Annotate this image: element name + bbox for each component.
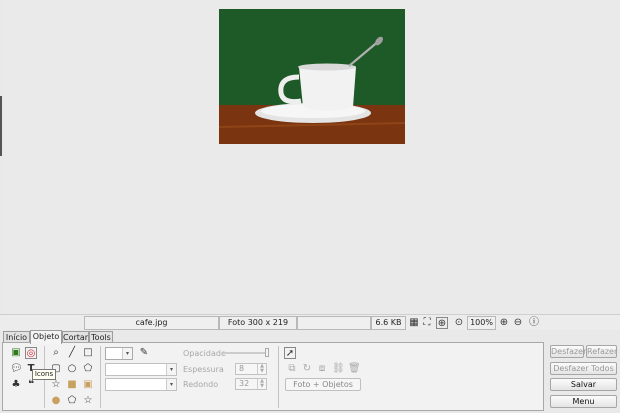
star-icon[interactable]: ☆ bbox=[82, 395, 94, 407]
spin-arrows-icon[interactable]: ▲ ▼ bbox=[257, 364, 266, 374]
color-picker[interactable]: ▾ bbox=[105, 347, 133, 360]
status-bar: cafe.jpg Foto 300 x 219 6.6 KB ▦ ⛶ ⊕ ⊙ 1… bbox=[0, 314, 620, 330]
zoom-in-icon[interactable]: ⊕ bbox=[498, 317, 510, 329]
status-empty-cell bbox=[297, 316, 371, 330]
filename-label: cafe.jpg bbox=[84, 316, 219, 330]
coffee-cup-photo bbox=[219, 9, 405, 144]
menu-button[interactable]: Menu bbox=[550, 395, 617, 408]
round-label: Redondo bbox=[183, 380, 219, 389]
line-style-dropdown[interactable]: ▾ bbox=[105, 363, 177, 376]
image-object-icon[interactable]: ▣ bbox=[10, 347, 22, 359]
lasso-icon[interactable]: ⌕ bbox=[50, 347, 62, 359]
zoom-out-icon[interactable]: ⊖ bbox=[512, 317, 524, 329]
undo-button[interactable]: Desfazer bbox=[550, 345, 586, 358]
eyedropper-icon[interactable]: ✎ bbox=[138, 347, 150, 359]
separator bbox=[100, 346, 101, 408]
rectangle-icon[interactable]: □ bbox=[82, 347, 94, 359]
pentagon-outline-icon[interactable]: ⬠ bbox=[82, 363, 94, 375]
pentagon-icon[interactable]: ⬠ bbox=[66, 395, 78, 407]
object-panel: ▣ ◎ 💬︎ T ♣ ❝ ⌕ ╱ □ ▢ ○ ⬠ ☆ ■ ▣ ● ⬠ ☆ ▾ ✎… bbox=[2, 342, 544, 411]
sticker-icon[interactable]: ◎ bbox=[25, 347, 37, 359]
star-outline-icon[interactable]: ☆ bbox=[50, 379, 62, 391]
filled-ellipse-icon[interactable]: ● bbox=[50, 395, 62, 407]
ellipse-icon[interactable]: ○ bbox=[66, 363, 78, 375]
rotate-icon[interactable]: ↻ bbox=[301, 363, 313, 375]
duplicate-icon[interactable]: ⧉ bbox=[286, 363, 298, 375]
thickness-label: Espessura bbox=[183, 365, 224, 374]
line-icon[interactable]: ╱ bbox=[66, 347, 78, 359]
zoom-selected-icon[interactable]: ⊕ bbox=[436, 317, 448, 329]
delete-icon[interactable]: 🗑︎ bbox=[348, 363, 361, 375]
checker-background-icon[interactable]: ▦ bbox=[408, 317, 420, 329]
thickness-stepper[interactable]: 8 ▲ ▼ bbox=[235, 363, 267, 375]
photo-objects-button[interactable]: Foto + Objetos bbox=[285, 378, 361, 391]
tab-objeto[interactable]: Objeto bbox=[30, 330, 62, 344]
zoom-level-label: 100% bbox=[467, 316, 496, 330]
opacity-slider-handle[interactable] bbox=[265, 348, 269, 357]
thickness-value: 8 bbox=[239, 364, 245, 373]
zoom-fit-icon[interactable]: ⊙ bbox=[453, 317, 465, 329]
chevron-down-icon: ▾ bbox=[122, 348, 132, 359]
opacity-slider[interactable] bbox=[223, 352, 269, 354]
pointer-icon[interactable]: ➚ bbox=[284, 347, 296, 359]
save-button[interactable]: Salvar bbox=[550, 378, 617, 391]
link-icon[interactable]: ⛓ bbox=[332, 363, 345, 375]
separator bbox=[278, 346, 279, 408]
left-edge-handle bbox=[0, 96, 2, 156]
round-stepper[interactable]: 32 ▲ ▼ bbox=[235, 378, 267, 390]
info-icon[interactable]: ⓘ bbox=[528, 317, 540, 329]
redo-button[interactable]: Refazer bbox=[586, 345, 617, 358]
undo-all-button[interactable]: Desfazer Todos bbox=[550, 362, 617, 375]
spin-arrows-icon[interactable]: ▲ ▼ bbox=[257, 379, 266, 389]
speech-bubble-icon[interactable]: 💬︎ bbox=[10, 363, 23, 375]
image-dimensions-label: Foto 300 x 219 bbox=[219, 316, 297, 330]
opacity-label: Opacidade bbox=[183, 349, 226, 358]
file-size-label: 6.6 KB bbox=[371, 316, 406, 330]
chevron-down-icon: ▾ bbox=[166, 364, 176, 375]
photo-preview[interactable] bbox=[219, 9, 405, 144]
fill-style-dropdown[interactable]: ▾ bbox=[105, 378, 177, 391]
filled-rectangle-icon[interactable]: ■ bbox=[66, 379, 78, 391]
filled-rounded-rectangle-icon[interactable]: ▣ bbox=[82, 379, 94, 391]
clipart-icon[interactable]: ♣ bbox=[10, 379, 22, 391]
bring-front-icon[interactable]: ⧈ bbox=[316, 363, 328, 375]
quote-icon[interactable]: ❝ bbox=[25, 379, 37, 391]
chevron-down-icon: ▾ bbox=[166, 379, 176, 390]
fit-screen-icon[interactable]: ⛶ bbox=[421, 317, 433, 329]
tooltip: Icons bbox=[32, 369, 56, 380]
round-value: 32 bbox=[239, 379, 250, 388]
